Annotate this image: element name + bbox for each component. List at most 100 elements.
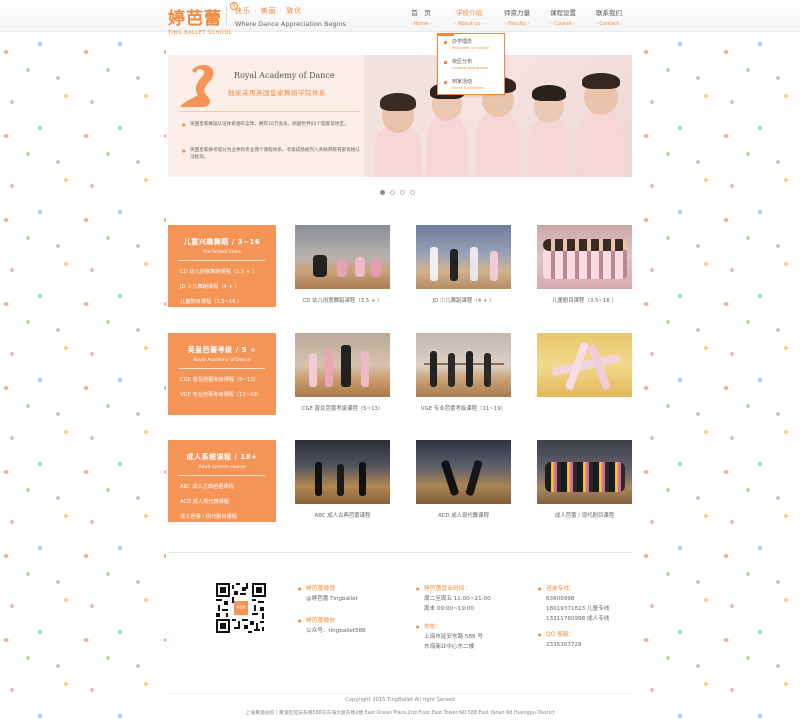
nav-label: 联系我们 bbox=[596, 9, 622, 17]
footer-contact: 咨询专线： 63600998 18019371823 儿童专线 13311760… bbox=[538, 584, 630, 650]
course-caption[interactable]: 儿童剧目课程（3.5~16 ） bbox=[537, 296, 632, 304]
course-caption[interactable]: ACD 成人现代舞课程 bbox=[416, 511, 511, 519]
category-subtitle: Adult system course bbox=[198, 465, 246, 470]
nav-label-en: - About us - bbox=[454, 21, 484, 27]
nav-faculty[interactable]: 师资力量 - Faculty - bbox=[494, 0, 540, 32]
slider-dot-4[interactable] bbox=[410, 190, 415, 195]
category-kids: 儿童兴趣舞蹈 / 3~16 Pre-School Class CD 幼儿创意舞蹈… bbox=[168, 225, 276, 307]
header-divider bbox=[226, 6, 227, 26]
banner-paragraph-2: 英国皇家舞考级分为业余和专业两个课程体系，考级成绩被列入英联邦教育部资格认证框架… bbox=[182, 147, 360, 161]
nav-label: 课程设置 bbox=[550, 9, 576, 17]
course-caption[interactable]: CGE 普及芭蕾考级课程（5~13） bbox=[295, 404, 390, 412]
category-title: 成人系统课程 / 18+ bbox=[186, 453, 258, 461]
category-link[interactable]: ABC 成人古典芭蕾课程 bbox=[168, 480, 276, 495]
category-link[interactable]: 儿童剧目课程（3.5~16 ） bbox=[168, 295, 276, 310]
course-photo[interactable] bbox=[295, 333, 390, 397]
course-photo[interactable] bbox=[416, 440, 511, 504]
course-caption[interactable]: VGE 专业芭蕾考级课程（11~19） bbox=[416, 404, 511, 412]
category-link[interactable]: VGE 专业芭蕾考级课程（11~19） bbox=[168, 388, 276, 403]
nav-label: 师资力量 bbox=[504, 9, 530, 17]
weibo-value[interactable]: @婷芭蕾 Tingballet bbox=[298, 594, 398, 604]
dropdown-label-en: Event & activities bbox=[452, 86, 484, 90]
category-link[interactable]: ACD 成人现代舞课程 bbox=[168, 495, 276, 510]
nav-label: 学校介绍 bbox=[456, 9, 482, 17]
qr-center-label: 婷芭蕾 bbox=[236, 605, 246, 609]
qq-heading: QQ 客服： bbox=[538, 630, 630, 640]
course-caption[interactable]: 成人芭蕾 / 现代剧目课程 bbox=[537, 511, 632, 519]
bullet-icon bbox=[444, 61, 447, 64]
dropdown-label-en: Campus distribution bbox=[452, 66, 489, 70]
phone-line: 13311760998 成人专线 bbox=[546, 616, 610, 622]
nav-about[interactable]: 学校介绍 - About us - bbox=[444, 0, 494, 32]
category-rule bbox=[179, 260, 265, 261]
nav-home[interactable]: 首 页 - Home - bbox=[398, 0, 444, 32]
about-dropdown-menu: 办学理念 Philosophy of school 校区分布 Campus di… bbox=[437, 33, 505, 95]
footer-social: 婷芭蕾微博 @婷芭蕾 Tingballet 婷芭蕾微信 公众号：tingball… bbox=[298, 584, 398, 636]
nav-course[interactable]: 课程设置 - Course - bbox=[540, 0, 586, 32]
course-photo[interactable] bbox=[537, 225, 632, 289]
banner-rule bbox=[180, 111, 360, 112]
dropdown-item-events[interactable]: 到家活动 Event & activities bbox=[438, 74, 504, 94]
course-photo[interactable] bbox=[295, 225, 390, 289]
hero-banner[interactable]: Royal Academy of Dance 独家采用英国皇家舞蹈学院体系 英国… bbox=[168, 55, 632, 177]
nav-label-en: - Home - bbox=[410, 21, 432, 27]
hours-line: 周二至周五 11:00~21:00 bbox=[424, 596, 491, 602]
hours-heading: 婷芭蕾营业时间： bbox=[416, 584, 526, 594]
swan-logo-icon bbox=[180, 65, 214, 107]
course-photo[interactable] bbox=[295, 440, 390, 504]
slogan-cn: 快乐 · 美丽 · 致优 bbox=[235, 7, 303, 15]
slider-dot-2[interactable] bbox=[390, 190, 395, 195]
category-link[interactable]: CGE 普及芭蕾考级课程（5~13） bbox=[168, 373, 276, 388]
category-rad: 英皇芭蕾考级 / 5 + Royal Academy of Dance CGE … bbox=[168, 333, 276, 415]
slider-pagination bbox=[380, 190, 420, 195]
hours-line: 周末 09:00~19:00 bbox=[424, 606, 474, 612]
slider-dot-3[interactable] bbox=[400, 190, 405, 195]
category-subtitle: Pre-School Class bbox=[203, 250, 241, 255]
bullet-icon bbox=[444, 41, 447, 44]
slider-dot-1[interactable] bbox=[380, 190, 385, 195]
category-link[interactable]: 成人芭蕾 / 现代剧目课程 bbox=[168, 510, 276, 525]
nav-label-en: - Faculty - bbox=[504, 21, 530, 27]
slogan: 快乐 · 美丽 · 致优 Where Dance Appreciation Be… bbox=[235, 6, 346, 28]
dropdown-label: 到家活动 bbox=[452, 79, 473, 85]
nav-label-en: - Course - bbox=[550, 21, 576, 27]
course-caption[interactable]: CD 幼儿创意舞蹈课程（3.5 + ） bbox=[295, 296, 390, 304]
category-rule bbox=[179, 475, 265, 476]
logo-subtitle: TING BALLET SCHOOL bbox=[168, 30, 233, 36]
footer-hours-address: 婷芭蕾营业时间： 周二至周五 11:00~21:00 周末 09:00~19:0… bbox=[416, 584, 526, 652]
course-photo[interactable] bbox=[537, 440, 632, 504]
nav-contact[interactable]: 联系我们 - Contact - bbox=[586, 0, 632, 32]
wechat-value: 公众号：tingballet588 bbox=[306, 628, 366, 634]
category-link[interactable]: CD 幼儿创意舞蹈课程（3.5 + ） bbox=[168, 265, 276, 280]
bullet-icon bbox=[444, 81, 447, 84]
content-divider bbox=[168, 552, 632, 553]
phone-line: 18019371823 儿童专线 bbox=[546, 606, 610, 612]
logo-text: 婷芭蕾 bbox=[168, 9, 222, 29]
category-link[interactable]: JD 少儿舞蹈课程（4 + ） bbox=[168, 280, 276, 295]
category-subtitle: Royal Academy of Dance bbox=[193, 358, 251, 363]
dropdown-item-campus[interactable]: 校区分布 Campus distribution bbox=[438, 54, 504, 74]
course-photo[interactable] bbox=[416, 225, 511, 289]
dropdown-label: 办学理念 bbox=[452, 39, 473, 45]
phone-line: 63600998 bbox=[546, 596, 575, 602]
wechat-heading: 婷芭蕾微信 bbox=[298, 616, 398, 626]
banner-paragraph-1: 英国皇家舞蹈认证体系遍布全球，拥有16万会员，跨越世界82个国家及地区。 bbox=[182, 121, 360, 128]
address-heading: 地址： bbox=[416, 622, 526, 632]
nav-label-en: - Contact - bbox=[595, 21, 623, 27]
copyright-address: 上海黄浦总校 | 黄浦区延安东路588号东海大厦东楼2楼 East Ocean … bbox=[245, 711, 555, 716]
course-caption[interactable]: JD 少儿舞蹈课程（4 + ） bbox=[416, 296, 511, 304]
slogan-en: Where Dance Appreciation Begins bbox=[235, 20, 346, 28]
qq-value: 2335307729 bbox=[546, 642, 582, 648]
course-photo[interactable] bbox=[416, 333, 511, 397]
banner-text-panel: Royal Academy of Dance 独家采用英国皇家舞蹈学院体系 英国… bbox=[168, 55, 364, 177]
dropdown-item-philosophy[interactable]: 办学理念 Philosophy of school bbox=[438, 34, 504, 54]
course-caption[interactable]: ABC 成人古典芭蕾课程 bbox=[295, 511, 390, 519]
logo[interactable]: 婷芭蕾 TING BALLET SCHOOL R bbox=[168, 2, 238, 36]
address-line: 上海市延安东路 588 号 bbox=[424, 634, 483, 640]
course-photo[interactable] bbox=[537, 333, 632, 397]
address-line: 东海商业中心东二楼 bbox=[424, 644, 475, 650]
dropdown-label: 校区分布 bbox=[452, 59, 473, 65]
category-adult: 成人系统课程 / 18+ Adult system course ABC 成人古… bbox=[168, 440, 276, 522]
category-title: 儿童兴趣舞蹈 / 3~16 bbox=[183, 238, 261, 246]
banner-subtitle: 独家采用英国皇家舞蹈学院体系 bbox=[228, 89, 326, 97]
